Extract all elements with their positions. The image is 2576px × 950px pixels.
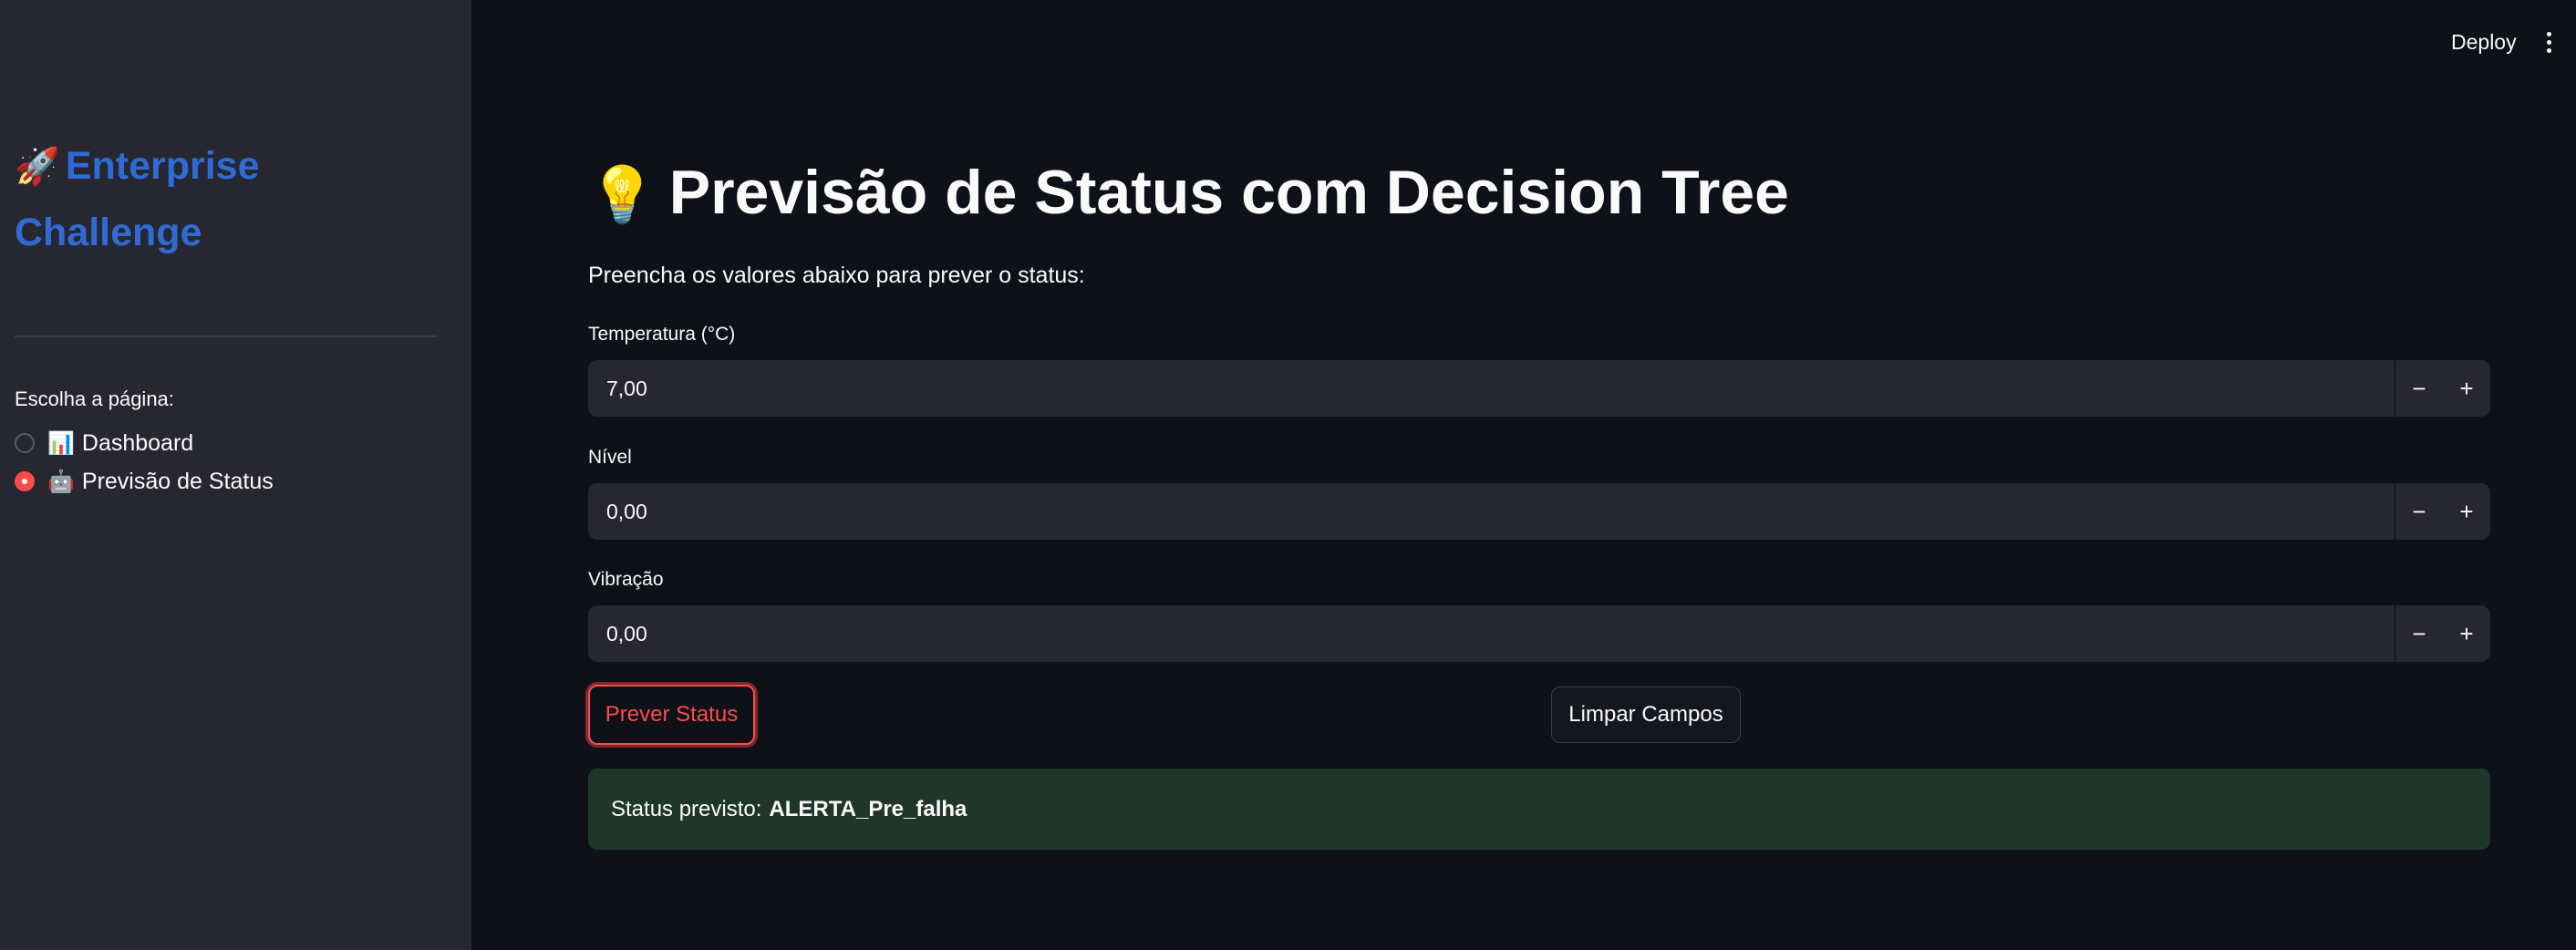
- vibration-input: 0,00 − +: [588, 605, 2490, 662]
- level-value[interactable]: 0,00: [588, 500, 2395, 524]
- app-root: 🚀 Enterprise Challenge Escolha a página: …: [0, 0, 2576, 950]
- rocket-icon: 🚀: [15, 147, 60, 187]
- radio-option-previsao[interactable]: 🤖 Previsão de Status: [15, 465, 274, 498]
- robot-icon: 🤖: [47, 469, 75, 494]
- radio-option-dashboard[interactable]: 📊 Dashboard: [15, 427, 193, 460]
- temperature-increment-button[interactable]: +: [2443, 360, 2490, 417]
- temperature-decrement-button[interactable]: −: [2395, 360, 2443, 417]
- vibration-decrement-button[interactable]: −: [2395, 605, 2443, 662]
- page-title: 💡 Previsão de Status com Decision Tree: [588, 157, 1789, 228]
- page-subtitle: Preencha os valores abaixo para prever o…: [588, 263, 1085, 288]
- deploy-button[interactable]: Deploy: [2435, 24, 2533, 60]
- bar-chart-icon: 📊: [47, 430, 75, 456]
- level-decrement-button[interactable]: −: [2395, 483, 2443, 540]
- predict-status-button[interactable]: Prever Status: [588, 685, 755, 745]
- page-title-text: Previsão de Status com Decision Tree: [668, 158, 1790, 227]
- level-input: 0,00 − +: [588, 483, 2490, 540]
- radio-option-label: Dashboard: [81, 429, 194, 456]
- level-increment-button[interactable]: +: [2443, 483, 2490, 540]
- vibration-label: Vibração: [588, 569, 664, 590]
- lightbulb-icon: 💡: [588, 164, 657, 225]
- vibration-increment-button[interactable]: +: [2443, 605, 2490, 662]
- level-label: Nível: [588, 447, 632, 468]
- radio-checked-icon[interactable]: [15, 471, 35, 491]
- sidebar-title: 🚀 Enterprise Challenge: [15, 133, 416, 265]
- radio-option-label: Previsão de Status: [81, 468, 274, 494]
- clear-fields-button[interactable]: Limpar Campos: [1551, 687, 1741, 743]
- sidebar: 🚀 Enterprise Challenge Escolha a página: …: [0, 0, 471, 950]
- vibration-value[interactable]: 0,00: [588, 622, 2395, 646]
- temperature-input: 7,00 − +: [588, 360, 2490, 417]
- result-prefix: Status previsto:: [611, 796, 762, 821]
- prediction-result-alert: Status previsto: ALERTA_Pre_falha: [588, 769, 2490, 850]
- temperature-label: Temperatura (°C): [588, 324, 736, 345]
- page-radio-label: Escolha a página:: [15, 387, 174, 410]
- temperature-value[interactable]: 7,00: [588, 377, 2395, 401]
- radio-unchecked-icon[interactable]: [15, 433, 35, 453]
- more-vertical-icon[interactable]: [2540, 27, 2558, 57]
- sidebar-divider: [15, 336, 437, 337]
- result-value: ALERTA_Pre_falha: [769, 796, 967, 821]
